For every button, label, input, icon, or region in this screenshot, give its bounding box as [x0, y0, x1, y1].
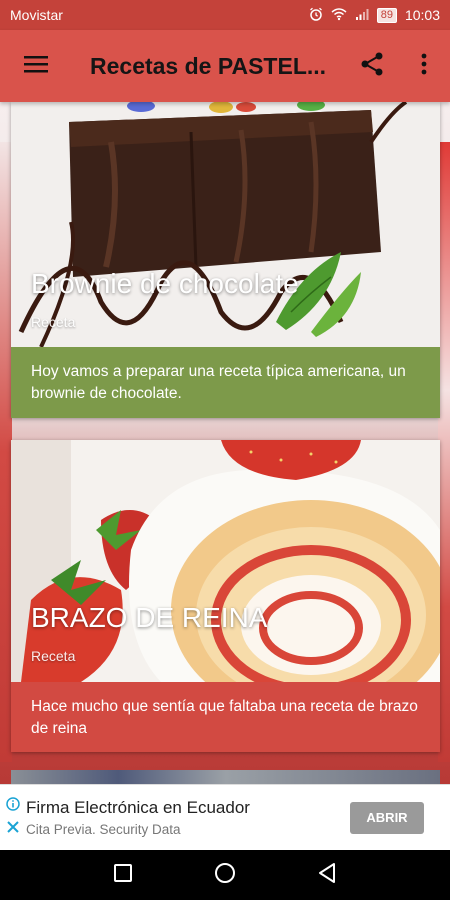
back-button[interactable]	[315, 862, 339, 889]
carrier-label: Movistar	[10, 7, 63, 23]
recents-icon	[113, 863, 133, 888]
wifi-icon	[331, 7, 347, 24]
menu-icon	[24, 54, 48, 79]
ad-title: Firma Electrónica en Ecuador	[26, 798, 250, 817]
info-icon[interactable]	[6, 797, 20, 816]
status-icons: 89 10:03	[309, 7, 440, 24]
home-icon	[214, 862, 236, 889]
ad-choices	[0, 785, 26, 851]
recipe-image: BRAZO DE REINA Receta	[11, 440, 440, 682]
clock-label: 10:03	[404, 7, 440, 23]
signal-icon	[355, 7, 369, 24]
recipe-title: BRAZO DE REINA	[31, 602, 268, 633]
back-icon	[317, 862, 337, 889]
more-vert-icon	[421, 53, 427, 80]
more-options-button[interactable]	[398, 30, 450, 102]
recipe-image: Brownie de chocolate Receta	[11, 102, 440, 347]
ad-banner[interactable]: Firma Electrónica en Ecuador Cita Previa…	[0, 784, 450, 850]
recipe-card[interactable]: Brownie de chocolate Receta Hoy vamos a …	[11, 102, 440, 418]
system-nav-bar	[0, 850, 450, 900]
app-bar: Recetas de PASTEL...	[0, 30, 450, 102]
recipe-description: Hoy vamos a preparar una receta típica a…	[11, 347, 440, 418]
recipe-title: Brownie de chocolate	[31, 268, 299, 299]
home-button[interactable]	[213, 862, 237, 889]
recipe-description: Hace mucho que sentía que faltaba una re…	[11, 682, 440, 752]
recipe-category: Receta	[31, 648, 76, 664]
alarm-icon	[309, 7, 323, 24]
ad-open-button[interactable]: ABRIR	[350, 801, 424, 834]
share-button[interactable]	[346, 30, 398, 102]
status-bar: Movistar 89 10:03	[0, 0, 450, 30]
page-title: Recetas de PASTEL...	[90, 52, 327, 79]
recipe-list[interactable]: Brownie de chocolate Receta Hoy vamos a …	[0, 102, 450, 784]
menu-button[interactable]	[0, 30, 72, 102]
ad-subtitle: Cita Previa. Security Data	[26, 822, 181, 837]
close-icon[interactable]	[7, 820, 19, 838]
share-icon	[360, 51, 384, 82]
recipe-category: Receta	[31, 314, 76, 330]
next-card-peek[interactable]	[11, 770, 440, 784]
battery-icon: 89	[376, 7, 397, 23]
ad-text: Firma Electrónica en Ecuador Cita Previa…	[26, 798, 350, 837]
recipe-card[interactable]: BRAZO DE REINA Receta Hace mucho que sen…	[11, 440, 440, 752]
recents-button[interactable]	[111, 863, 135, 887]
